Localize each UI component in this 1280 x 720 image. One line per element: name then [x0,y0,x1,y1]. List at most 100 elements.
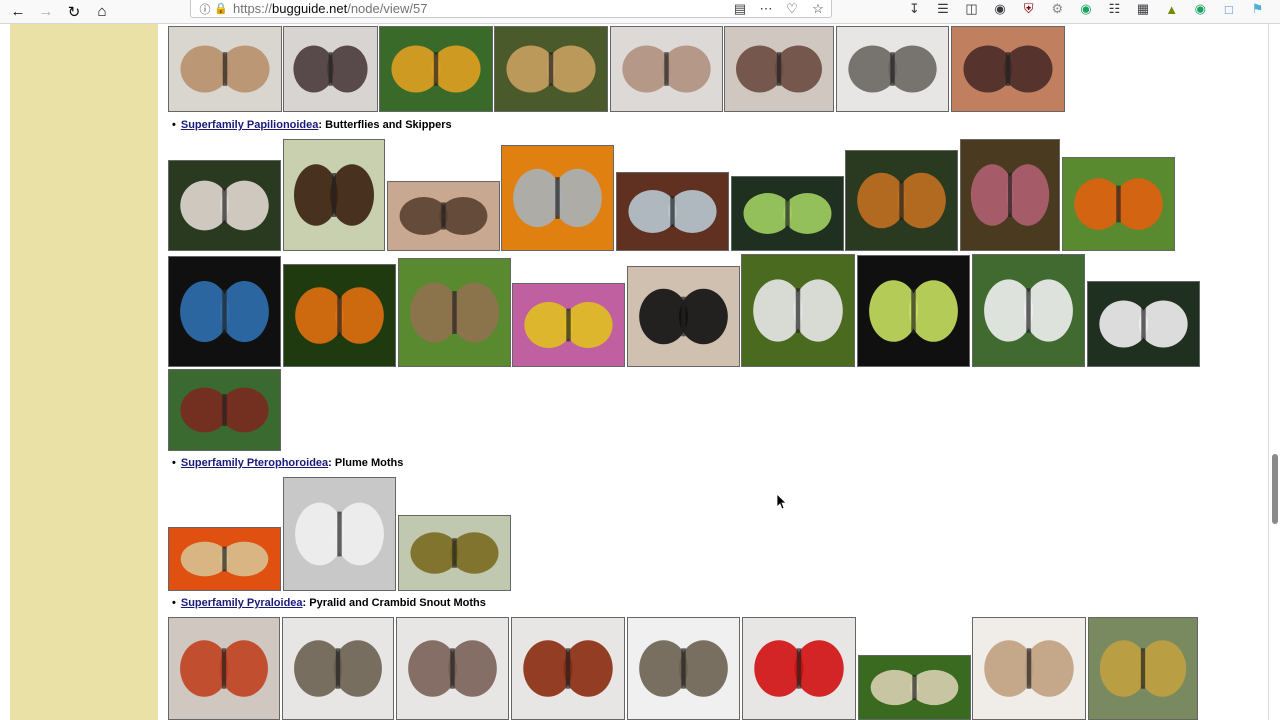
insect-image-icon [513,168,602,228]
info-icon[interactable]: ⓘ [197,1,213,17]
gallery-thumbnail[interactable] [836,26,949,112]
insect-image-icon [506,45,596,93]
sidebar-background [10,24,158,720]
insect-image-icon [622,45,711,93]
extension-grid-icon[interactable]: ▦ [1129,1,1158,17]
gallery-thumbnail[interactable] [845,150,958,251]
insect-image-icon [736,45,822,93]
extension-flag-icon[interactable]: ⚑ [1243,1,1272,17]
gallery-thumbnail[interactable] [972,617,1086,720]
gallery-thumbnail[interactable] [494,26,608,112]
gallery-thumbnail[interactable] [283,477,396,591]
gallery-thumbnail[interactable] [627,617,740,720]
star-icon[interactable]: ☆ [805,1,831,17]
reader-view-icon[interactable]: ▤ [727,1,753,17]
forward-button[interactable]: → [32,0,60,24]
gallery-thumbnail[interactable] [282,617,394,720]
gallery-thumbnail[interactable] [960,139,1060,251]
gallery-thumbnail[interactable] [724,26,834,112]
page-border [1268,24,1269,720]
insect-image-icon [523,640,613,697]
extension-bars-icon[interactable]: ☷ [1100,1,1129,17]
insect-image-icon [524,302,613,348]
url-text[interactable]: https://bugguide.net/node/view/57 [233,1,427,16]
gallery-thumbnail[interactable] [168,26,282,112]
insect-image-icon [399,196,488,236]
extension-bplus-icon[interactable]: ◉ [1186,1,1215,17]
pocket-icon[interactable]: ♡ [779,1,805,17]
gallery-thumbnail[interactable] [168,527,281,591]
gallery-thumbnail[interactable] [168,256,281,367]
gallery-thumbnail[interactable] [379,26,493,112]
gallery-thumbnail[interactable] [741,254,855,367]
insect-image-icon [869,280,958,342]
url-bar[interactable]: ⓘ 🔒 https://bugguide.net/node/view/57 ▤ … [190,0,832,18]
gallery-thumbnail[interactable] [972,254,1085,367]
extension-gear-icon[interactable]: ⚙ [1043,1,1072,17]
toolbar-extensions: ↧ ☰ ◫ ◉ ⛨ ⚙ ◉ ☷ ▦ ▲ ◉ □ ⚑ ☰ [900,0,1280,18]
back-button[interactable]: ← [4,0,32,24]
pterophoroidea-link[interactable]: Superfamily Pterophoroidea [181,457,328,469]
pterophoroidea-description: : Plume Moths [328,457,404,469]
gallery-thumbnail[interactable] [512,283,625,367]
gallery-thumbnail[interactable] [610,26,723,112]
gallery-thumbnail[interactable] [858,655,971,720]
insect-image-icon [984,279,1073,342]
gallery-thumbnail[interactable] [168,369,281,451]
gallery-thumbnail[interactable] [857,255,970,367]
home-button[interactable]: ⌂ [88,0,116,24]
gallery-thumbnail[interactable] [1062,157,1175,251]
menu-icon[interactable]: ☰ [1272,1,1280,17]
section-heading-pyraloidea: • Superfamily Pyraloidea: Pyralid and Cra… [172,597,486,609]
scrollbar[interactable] [1270,24,1280,720]
gallery-thumbnail[interactable] [283,26,378,112]
section-heading-papilionoidea: • Superfamily Papilionoidea: Butterflies … [172,119,452,131]
account-icon[interactable]: ◉ [986,1,1015,17]
extension-plant-icon[interactable]: ▲ [1157,2,1186,17]
gallery-thumbnail[interactable] [616,172,729,251]
gallery-thumbnail[interactable] [168,617,280,720]
pyraloidea-description: : Pyralid and Crambid Snout Moths [302,597,486,609]
insect-image-icon [293,45,368,93]
gallery-thumbnail[interactable] [168,160,281,251]
insect-image-icon [180,280,269,343]
gallery-thumbnail[interactable] [742,617,856,720]
insect-image-icon [180,387,269,433]
gallery-thumbnail[interactable] [511,617,625,720]
scrollbar-thumb[interactable] [1272,454,1278,524]
arrow-left-icon: ← [10,3,26,20]
gallery-thumbnail[interactable] [396,617,509,720]
gallery-thumbnail[interactable] [387,181,500,251]
sidebar-icon[interactable]: ◫ [957,1,986,17]
insect-image-icon [753,279,843,342]
extension-green-icon[interactable]: ◉ [1072,1,1101,17]
arrow-right-icon: → [38,3,54,20]
library-icon[interactable]: ☰ [929,1,958,17]
gallery-thumbnail[interactable] [731,176,844,251]
insect-image-icon [295,502,384,566]
gallery-thumbnail[interactable] [283,264,396,367]
insect-image-icon [180,45,270,93]
extension-doc-icon[interactable]: □ [1215,2,1244,17]
insect-image-icon [180,541,269,577]
insect-image-icon [180,180,269,231]
gallery-thumbnail[interactable] [951,26,1065,112]
gallery-thumbnail[interactable] [283,139,385,251]
pyraloidea-link[interactable]: Superfamily Pyraloidea [181,597,303,609]
lock-icon[interactable]: 🔒 [213,1,229,17]
ublock-icon[interactable]: ⛨ [1014,1,1043,17]
gallery-thumbnail[interactable] [398,258,511,367]
insect-image-icon [848,45,937,93]
gallery-thumbnail[interactable] [501,145,614,251]
reload-button[interactable]: ↻ [60,0,88,24]
insect-image-icon [970,164,1050,226]
download-icon[interactable]: ↧ [900,1,929,17]
gallery-thumbnail[interactable] [398,515,511,591]
gallery-thumbnail[interactable] [1087,281,1200,367]
papilionoidea-link[interactable]: Superfamily Papilionoidea [181,119,319,131]
gallery-thumbnail[interactable] [627,266,740,367]
gallery-thumbnail[interactable] [1088,617,1198,720]
insect-image-icon [410,282,499,343]
insect-image-icon [391,45,481,93]
ellipsis-icon[interactable]: ⋯ [753,1,779,17]
